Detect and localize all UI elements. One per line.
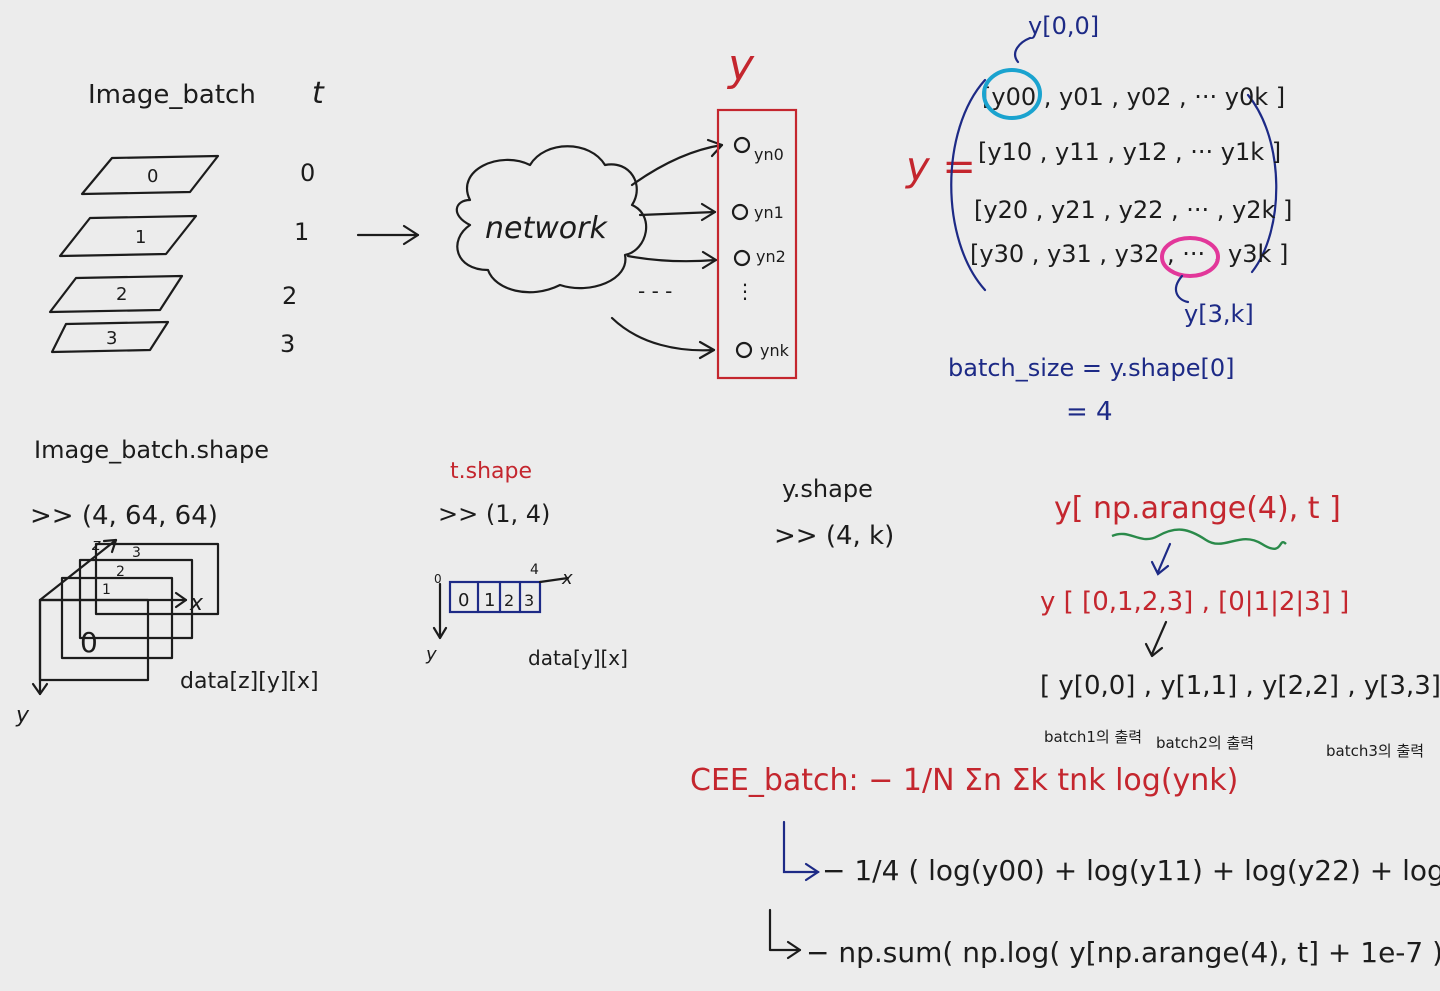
index-step: y [ [0,1,2,3] , [0|1|2|3] ] [1040, 587, 1349, 617]
t-axis-y: y [425, 644, 437, 665]
output-node-2-label: yn2 [756, 247, 786, 266]
annot-bottom-pointer [1174, 274, 1190, 304]
t-array-width: 4 [530, 562, 539, 578]
network-label: network [485, 211, 608, 246]
matrix-row-3: [y30 , y31 , y32 , ··· , y3k ] [970, 240, 1288, 268]
batch-size-line1: batch_size = y.shape[0] [948, 354, 1235, 382]
index-underline-wave [1111, 528, 1287, 550]
t-value-3: 3 [280, 330, 295, 358]
cube-layer-label-2: 2 [116, 564, 125, 580]
whiteboard: Image_batch t 0 1 2 3 0 1 2 3 network - … [0, 0, 1440, 987]
image-batch-label: Image_batch [88, 80, 256, 110]
cube-axis-x: x [189, 591, 204, 616]
index-step-arrow [1150, 542, 1172, 576]
output-ellipsis: ⋮ [735, 279, 755, 303]
cee-expanded: − 1/4 ( log(y00) + log(y11) + log(y22) +… [822, 854, 1440, 887]
output-node-2: yn2 [733, 247, 786, 267]
annot-y3k: y[3,k] [1184, 300, 1254, 328]
output-label: y [726, 40, 755, 91]
matrix-y-equals: y = [905, 144, 976, 190]
annot-y00: y[0,0] [1028, 12, 1099, 40]
t-shape-value: >> (1, 4) [438, 500, 550, 528]
index-result-arrow [1144, 620, 1168, 658]
matrix-row-0: [y00 , y01 , y02 , ··· y0k ] [982, 83, 1285, 111]
output-node-1-label: yn1 [754, 203, 784, 222]
cee-formula: CEE_batch: − 1/N Σn Σk tnk log(ynk) [690, 763, 1238, 798]
output-node-0: yn0 [733, 136, 784, 164]
code-arrow [768, 908, 802, 960]
matrix-row-1: [y10 , y11 , y12 , ··· y1k ] [978, 138, 1281, 166]
output-node-k: ynk [735, 341, 790, 360]
input-arrow [356, 224, 420, 246]
y-shape-label: y.shape [782, 475, 873, 503]
t-label: t [312, 76, 325, 111]
batch-image-1: 1 [58, 214, 198, 258]
index-note-batch1: batch1의 출력 [1044, 728, 1142, 746]
t-value-2: 2 [282, 282, 297, 310]
index-note-batch2: batch2의 출력 [1156, 734, 1254, 752]
dashes: - - - [638, 279, 672, 303]
batch-size-line2: = 4 [1066, 397, 1113, 427]
matrix-row-2: [y20 , y21 , y22 , ··· , y2k ] [974, 196, 1292, 224]
image-shape-value: >> (4, 64, 64) [30, 501, 218, 531]
batch-image-0: 0 [80, 154, 220, 196]
t-cell-3: 3 [524, 591, 534, 610]
batch-image-3: 3 [50, 320, 170, 354]
cube-layer-label-1: 1 [102, 582, 111, 598]
t-access: data[y][x] [528, 646, 628, 670]
image-cube: 0 1 2 3 x y z [15, 535, 220, 728]
network-output-arrows [610, 138, 724, 360]
cube-front-label: 0 [80, 626, 98, 659]
cube-layer-1 [60, 576, 174, 660]
index-expr: y[ np.arange(4), t ] [1054, 491, 1341, 526]
y-shape-value: >> (4, k) [774, 521, 894, 551]
cube-axis-z: z [91, 535, 101, 554]
t-value-1: 1 [294, 218, 309, 246]
batch-image-2-index: 2 [116, 284, 127, 305]
batch-image-3-index: 3 [106, 328, 117, 349]
image-shape-label: Image_batch.shape [34, 436, 269, 464]
t-cell-1: 1 [484, 590, 495, 611]
whiteboard-canvas: Image_batch t 0 1 2 3 0 1 2 3 network - … [15, 12, 1440, 969]
cube-axis-y: y [15, 703, 30, 728]
t-shape-label: t.shape [450, 459, 532, 484]
t-value-0: 0 [300, 159, 315, 187]
t-cell-0: 0 [458, 590, 469, 611]
output-node-k-label: ynk [760, 341, 790, 360]
expand-arrow [782, 820, 820, 882]
index-result: [ y[0,0] , y[1,1] , y[2,2] , y[3,3] ] [1040, 671, 1440, 701]
batch-image-1-index: 1 [135, 227, 146, 248]
index-note-batch3: batch3의 출력 [1326, 742, 1424, 760]
t-axis-x: x [561, 568, 573, 589]
image-access: data[z][y][x] [180, 669, 319, 694]
annot-top-pointer [1014, 36, 1032, 64]
cee-code: − np.sum( np.log( y[np.arange(4), t] + 1… [806, 936, 1440, 969]
batch-image-0-index: 0 [147, 166, 158, 187]
cube-layer-label-3: 3 [132, 545, 141, 561]
output-node-0-label: yn0 [754, 145, 784, 164]
batch-image-2: 2 [48, 274, 184, 314]
t-cell-2: 2 [504, 591, 514, 610]
output-node-1: yn1 [731, 203, 784, 222]
